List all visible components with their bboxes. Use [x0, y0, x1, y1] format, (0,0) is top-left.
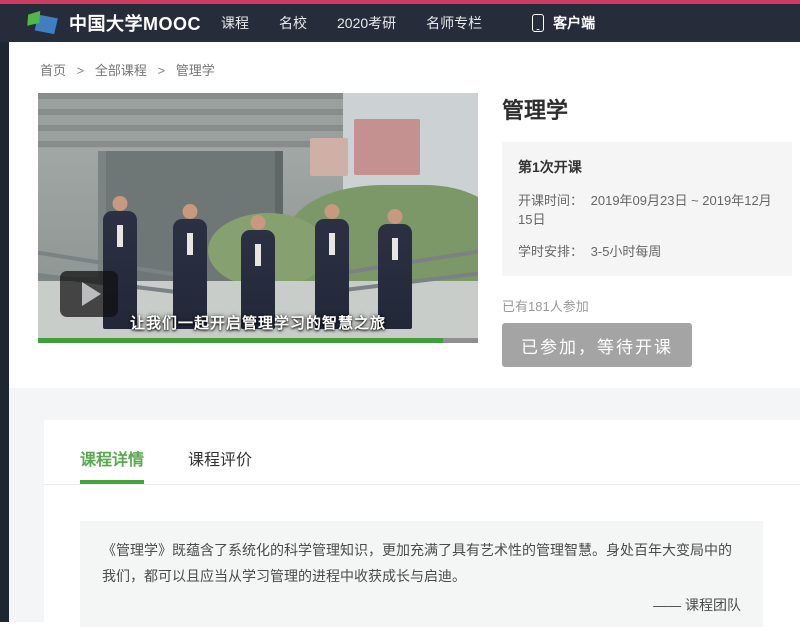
course-description-attribution: —— 课程团队	[102, 595, 741, 615]
enrolled-count: 已有181人参加	[502, 296, 792, 315]
schedule-row: 开课时间： 2019年09月23日 ~ 2019年12月15日	[518, 190, 776, 228]
play-button[interactable]	[60, 271, 118, 317]
course-intro-video[interactable]: 让我们一起开启管理学习的智慧之旅	[38, 93, 478, 343]
breadcrumb: 首页 > 全部课程 > 管理学	[40, 60, 215, 79]
course-description-box: 《管理学》既蕴含了系统化的科学管理知识，更加充满了具有艺术性的管理智慧。身处百年…	[80, 521, 763, 627]
nav-item-courses[interactable]: 课程	[221, 13, 249, 33]
hours-row: 学时安排： 3-5小时每周	[518, 241, 776, 260]
breadcrumb-all-courses[interactable]: 全部课程	[95, 63, 147, 78]
nav-item-schools[interactable]: 名校	[279, 13, 307, 33]
top-navigation-bar: 中国大学MOOC 课程 名校 2020考研 名师专栏 客户端	[0, 4, 800, 42]
course-detail-section: 课程详情 课程评价 《管理学》既蕴含了系统化的科学管理知识，更加充满了具有艺术性…	[9, 388, 800, 622]
brand-name: 中国大学MOOC	[69, 10, 201, 36]
detail-tabs: 课程详情 课程评价	[44, 420, 800, 485]
enroll-status-button[interactable]: 已参加，等待开课	[502, 323, 692, 367]
left-edge-strip	[0, 42, 9, 622]
tab-course-details[interactable]: 课程详情	[80, 446, 144, 484]
course-session-box: 第1次开课 开课时间： 2019年09月23日 ~ 2019年12月15日 学时…	[502, 142, 792, 276]
nav-item-teachers[interactable]: 名师专栏	[426, 13, 482, 33]
nav-item-kaoyan[interactable]: 2020考研	[337, 13, 396, 33]
main-nav: 课程 名校 2020考研 名师专栏	[221, 13, 482, 33]
brand-color-strip	[0, 0, 800, 4]
mooc-book-icon	[26, 10, 60, 36]
client-app-link[interactable]: 客户端	[532, 13, 595, 33]
course-description-text: 《管理学》既蕴含了系统化的科学管理知识，更加充满了具有艺术性的管理智慧。身处百年…	[102, 537, 741, 589]
hours-label: 学时安排：	[518, 244, 583, 259]
breadcrumb-separator: >	[158, 63, 166, 78]
site-logo[interactable]: 中国大学MOOC	[26, 10, 201, 36]
course-info-panel: 管理学 第1次开课 开课时间： 2019年09月23日 ~ 2019年12月15…	[502, 93, 792, 367]
client-label: 客户端	[553, 13, 595, 33]
hours-value: 3-5小时每周	[591, 244, 662, 259]
breadcrumb-current: 管理学	[176, 63, 215, 78]
play-icon	[82, 282, 101, 306]
detail-card: 课程详情 课程评价 《管理学》既蕴含了系统化的科学管理知识，更加充满了具有艺术性…	[44, 420, 800, 622]
video-progress-fill	[38, 338, 443, 343]
breadcrumb-home[interactable]: 首页	[40, 63, 66, 78]
phone-icon	[532, 14, 544, 32]
course-title: 管理学	[502, 93, 792, 125]
schedule-label: 开课时间：	[518, 193, 583, 208]
tab-course-reviews[interactable]: 课程评价	[188, 446, 252, 484]
breadcrumb-separator: >	[77, 63, 85, 78]
session-label: 第1次开课	[518, 157, 776, 177]
video-progress-bar[interactable]	[38, 338, 478, 343]
